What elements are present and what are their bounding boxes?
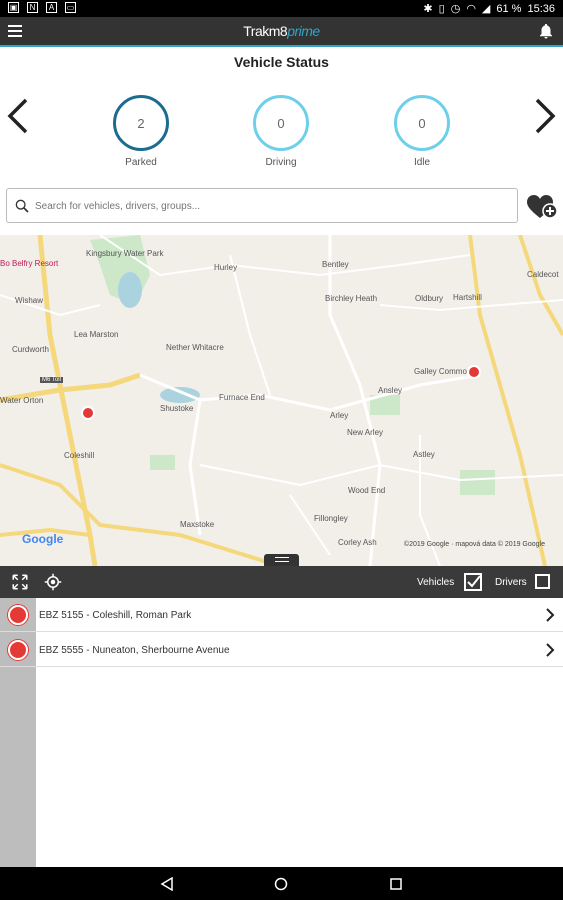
vehicle-text: EBZ 5155 - Coleshill, Roman Park <box>39 610 192 621</box>
previous-arrow-icon[interactable] <box>6 96 30 136</box>
signal-icon: ◢ <box>481 3 491 15</box>
screen-icon: ▭ <box>65 2 76 13</box>
map-roads <box>0 235 563 566</box>
map-label: Kingsbury Water Park <box>86 249 164 258</box>
list-item[interactable]: EBZ 5155 - Coleshill, Roman Park <box>0 598 563 632</box>
parked-vehicle-icon <box>8 605 28 625</box>
map-label: Water Orton <box>0 396 44 405</box>
map-label: Maxstoke <box>180 520 215 529</box>
idle-count-circle[interactable]: 0 <box>394 95 450 151</box>
map-label: Lea Marston <box>74 330 119 339</box>
vehicle-list: EBZ 5155 - Coleshill, Roman Park EBZ 555… <box>0 598 563 867</box>
recents-icon[interactable] <box>389 877 403 891</box>
map-label: Nether Whitacre <box>166 343 224 352</box>
vibrate-icon: ▯ <box>438 3 445 15</box>
map-label: M6 Toll <box>40 377 63 383</box>
driving-count: 0 <box>277 115 285 131</box>
list-toolbar: Vehicles Drivers <box>0 566 563 598</box>
locate-icon[interactable] <box>44 573 62 591</box>
search-box <box>6 188 518 223</box>
logo-main-text: Trakm8 <box>243 23 288 39</box>
map-label: Coleshill <box>64 451 95 460</box>
map-label: Bentley <box>322 260 349 269</box>
home-icon[interactable] <box>274 877 288 891</box>
parked-count: 2 <box>137 115 145 131</box>
map-label: Curdworth <box>12 345 49 354</box>
drivers-checkbox[interactable] <box>535 574 550 589</box>
map-label: Wishaw <box>15 296 44 305</box>
drawer-handle[interactable] <box>264 554 299 566</box>
driving-count-circle[interactable]: 0 <box>253 95 309 151</box>
list-item[interactable]: EBZ 5555 - Nuneaton, Sherbourne Avenue <box>0 633 563 667</box>
map-label: Bo Belfry Resort <box>0 259 59 268</box>
map-label: Astley <box>413 450 435 459</box>
search-input[interactable] <box>35 195 505 217</box>
map-label: Hurley <box>214 263 238 272</box>
chevron-right-icon <box>546 608 555 622</box>
idle-label: Idle <box>413 157 431 168</box>
wifi-icon: ◠ <box>466 3 476 15</box>
app-logo: Trakm8prime <box>0 23 563 39</box>
vehicle-text: EBZ 5555 - Nuneaton, Sherbourne Avenue <box>39 645 230 656</box>
a-icon: A <box>46 2 57 13</box>
map-label: Arley <box>330 411 349 420</box>
parked-count-circle[interactable]: 2 <box>113 95 169 151</box>
map-label: Corley Ash <box>338 538 377 547</box>
vehicles-checkbox[interactable] <box>464 573 482 591</box>
favorite-add-icon[interactable] <box>526 194 558 220</box>
driving-label: Driving <box>265 157 297 168</box>
map-label: Wood End <box>348 486 386 495</box>
map-label: Birchley Heath <box>325 294 378 303</box>
vehicles-label: Vehicles <box>417 577 455 588</box>
search-icon <box>15 199 29 213</box>
next-arrow-icon[interactable] <box>533 96 557 136</box>
parked-label: Parked <box>125 157 157 168</box>
vehicle-map-pin[interactable] <box>467 365 481 379</box>
map-label: Fillongley <box>314 514 348 523</box>
map-label: Galley Common <box>414 367 472 376</box>
image-icon: ▣ <box>8 2 19 13</box>
system-navigation-bar <box>0 867 563 900</box>
alarm-icon: ◷ <box>450 3 461 15</box>
bluetooth-icon: ✱ <box>423 3 433 15</box>
logo-accent-text: prime <box>287 23 320 39</box>
map-label: Furnace End <box>219 393 265 402</box>
map-label: Hartshill <box>453 293 482 302</box>
idle-count: 0 <box>418 115 426 131</box>
parked-vehicle-icon <box>8 640 28 660</box>
vehicle-map-pin[interactable] <box>81 406 95 420</box>
vehicle-status-title: Vehicle Status <box>234 54 329 70</box>
system-status-bar: ▣ N A ▭ ✱ ▯ ◷ ◠ ◢ 61 % 15:36 <box>0 0 563 17</box>
map-label: New Arley <box>347 428 384 437</box>
clock: 15:36 <box>527 2 555 15</box>
map-label: Caldecot <box>527 270 559 279</box>
map-view[interactable]: Kingsbury Water Park Hurley Bentley Cald… <box>0 235 563 566</box>
drivers-label: Drivers <box>495 577 527 588</box>
map-copyright: ©2019 Google · mapová data © 2019 Google <box>403 541 545 548</box>
back-icon[interactable] <box>160 877 174 891</box>
map-label: Oldbury <box>415 294 444 303</box>
notification-bell-icon[interactable] <box>537 22 555 40</box>
chevron-right-icon <box>546 643 555 657</box>
google-logo: Google <box>22 532 64 546</box>
n-icon: N <box>27 2 38 13</box>
app-bar: Trakm8prime <box>0 17 563 47</box>
map-label: Shustoke <box>160 404 194 413</box>
map-label: Ansley <box>378 386 403 395</box>
battery-text: 61 % <box>496 2 522 15</box>
expand-icon[interactable] <box>11 573 29 591</box>
